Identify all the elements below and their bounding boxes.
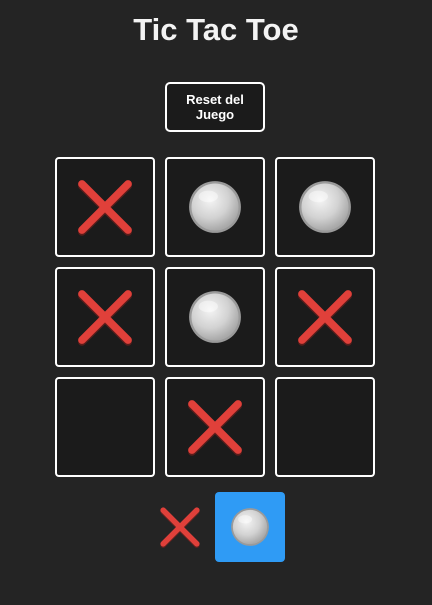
circle-icon <box>189 181 241 233</box>
board-cell-2-2[interactable] <box>165 267 265 367</box>
circle-icon <box>189 291 241 343</box>
game-board <box>55 157 375 477</box>
board-cell-3-2[interactable] <box>165 377 265 477</box>
circle-icon <box>231 508 269 546</box>
board-cell-1-2[interactable] <box>165 157 265 257</box>
x-mark-icon <box>160 507 200 548</box>
board-cell-3-1[interactable] <box>55 377 155 477</box>
page-title: Tic Tac Toe <box>133 12 299 47</box>
x-mark-icon <box>188 400 242 456</box>
reset-game-button[interactable]: Reset del Juego <box>165 82 265 132</box>
board-cell-3-3[interactable] <box>275 377 375 477</box>
x-mark-icon <box>78 290 132 346</box>
circle-icon <box>299 181 351 233</box>
board-cell-2-1[interactable] <box>55 267 155 367</box>
x-mark-icon <box>78 180 132 236</box>
board-cell-1-1[interactable] <box>55 157 155 257</box>
board-cell-1-3[interactable] <box>275 157 375 257</box>
x-mark-icon <box>298 290 352 346</box>
turn-o <box>215 492 285 562</box>
board-cell-2-3[interactable] <box>275 267 375 367</box>
turn-x <box>145 492 215 562</box>
